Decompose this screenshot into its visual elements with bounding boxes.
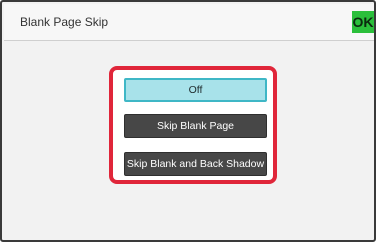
options-panel: Off Skip Blank Page Skip Blank and Back … [109,66,277,184]
option-off-button[interactable]: Off [124,78,267,102]
option-skip-blank-and-back-shadow-button[interactable]: Skip Blank and Back Shadow [124,152,267,176]
title-bar: Blank Page Skip [4,4,374,41]
option-skip-blank-page-button[interactable]: Skip Blank Page [124,114,267,138]
screen-frame: Blank Page Skip OK Off Skip Blank Page S… [0,0,376,242]
ok-button[interactable]: OK [352,11,374,33]
screen-title: Blank Page Skip [20,15,109,29]
